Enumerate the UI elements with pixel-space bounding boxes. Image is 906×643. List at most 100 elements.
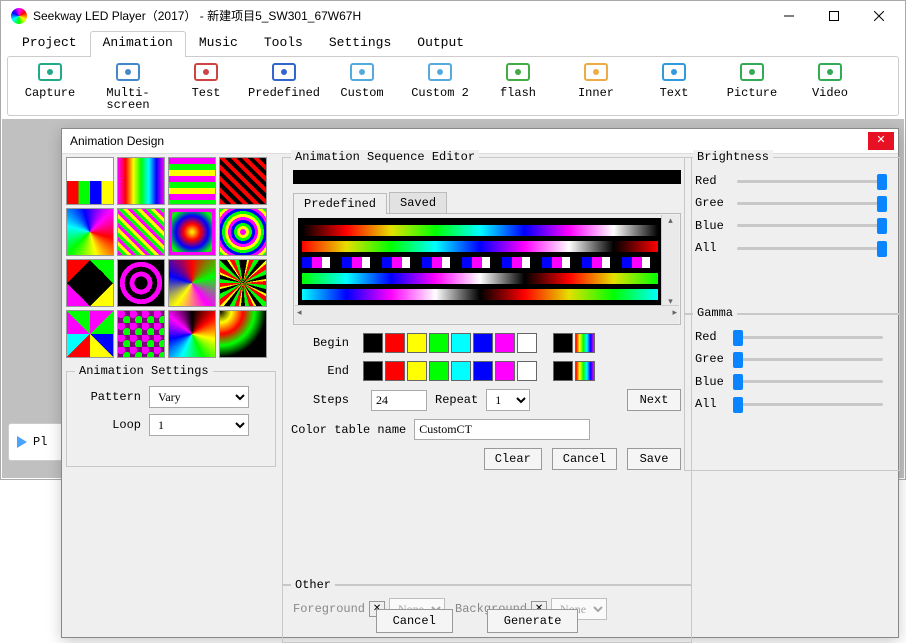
next-button[interactable]: Next: [627, 389, 681, 411]
preset-row[interactable]: [302, 257, 658, 268]
color-table-name-input[interactable]: [414, 419, 590, 440]
animation-settings-group: Animation Settings Pattern Vary Loop 1: [66, 371, 276, 467]
animation-design-dialog: Animation Design ✕ Animation Settings Pa…: [61, 128, 899, 638]
end-label: End: [293, 364, 349, 378]
slider-label: All: [695, 241, 731, 255]
toolbar-text[interactable]: Text: [638, 61, 710, 111]
toolbar-custom-2[interactable]: Custom 2: [404, 61, 476, 111]
swatch-black[interactable]: [553, 361, 573, 381]
tab-saved[interactable]: Saved: [389, 192, 447, 213]
swatch-cyan[interactable]: [451, 361, 471, 381]
minimize-button[interactable]: [766, 2, 811, 30]
swatch-white[interactable]: [517, 333, 537, 353]
swatch-yellow[interactable]: [407, 361, 427, 381]
slider-gree[interactable]: [737, 202, 883, 205]
preset-row[interactable]: [302, 225, 658, 236]
pattern-thumb[interactable]: [66, 208, 114, 256]
swatch-mag[interactable]: [495, 333, 515, 353]
preset-row[interactable]: [302, 289, 658, 300]
close-button[interactable]: [856, 2, 901, 30]
menu-output[interactable]: Output: [404, 31, 477, 57]
loop-label: Loop: [77, 418, 141, 432]
dialog-title: Animation Design: [66, 134, 868, 148]
sequence-editor-group: Animation Sequence Editor PredefinedSave…: [282, 157, 692, 585]
toolbar-test[interactable]: Test: [170, 61, 242, 111]
slider-label: Red: [695, 174, 731, 188]
toolbar-predefined[interactable]: Predefined: [248, 61, 320, 111]
pattern-select[interactable]: Vary: [149, 386, 249, 408]
pattern-thumb[interactable]: [117, 157, 165, 205]
swatch-grad[interactable]: [575, 333, 595, 353]
toolbar-capture[interactable]: Capture: [14, 61, 86, 111]
swatch-blue[interactable]: [473, 361, 493, 381]
menu-project[interactable]: Project: [9, 31, 90, 57]
pattern-thumb[interactable]: [66, 157, 114, 205]
titlebar: Seekway LED Player（2017） - 新建项目5_SW301_6…: [1, 1, 905, 31]
clear-button[interactable]: Clear: [484, 448, 542, 470]
slider-all[interactable]: [737, 247, 883, 250]
generate-button[interactable]: Generate: [487, 609, 579, 633]
menu-tools[interactable]: Tools: [251, 31, 316, 57]
swatch-grad[interactable]: [575, 361, 595, 381]
swatch-black[interactable]: [553, 333, 573, 353]
swatch-red[interactable]: [385, 333, 405, 353]
toolbar-picture[interactable]: Picture: [716, 61, 788, 111]
pattern-thumb[interactable]: [219, 208, 267, 256]
swatch-blue[interactable]: [473, 333, 493, 353]
scrollbar-horizontal[interactable]: [295, 305, 679, 323]
swatch-cyan[interactable]: [451, 333, 471, 353]
dialog-cancel-button[interactable]: Cancel: [376, 609, 453, 633]
pattern-thumb[interactable]: [117, 208, 165, 256]
swatch-black[interactable]: [363, 361, 383, 381]
pattern-thumb[interactable]: [168, 259, 216, 307]
play-icon[interactable]: [17, 436, 27, 448]
pattern-thumb[interactable]: [219, 259, 267, 307]
dialog-close-button[interactable]: ✕: [868, 132, 894, 150]
menu-animation[interactable]: Animation: [90, 31, 186, 57]
toolbar-custom[interactable]: Custom: [326, 61, 398, 111]
menu-settings[interactable]: Settings: [316, 31, 404, 57]
pattern-thumb[interactable]: [117, 259, 165, 307]
pattern-thumb[interactable]: [168, 310, 216, 358]
swatch-lime[interactable]: [429, 361, 449, 381]
swatch-lime[interactable]: [429, 333, 449, 353]
swatch-black[interactable]: [363, 333, 383, 353]
maximize-button[interactable]: [811, 2, 856, 30]
slider-all[interactable]: [737, 403, 883, 406]
toolbar-flash[interactable]: flash: [482, 61, 554, 111]
menu-music[interactable]: Music: [186, 31, 251, 57]
toolbar-inner[interactable]: Inner: [560, 61, 632, 111]
save-button[interactable]: Save: [627, 448, 681, 470]
preset-row[interactable]: [302, 273, 658, 284]
pattern-label: Pattern: [77, 390, 141, 404]
swatch-yellow[interactable]: [407, 333, 427, 353]
slider-red[interactable]: [737, 180, 883, 183]
slider-blue[interactable]: [737, 224, 883, 227]
pattern-thumb[interactable]: [66, 259, 114, 307]
cancel-seq-button[interactable]: Cancel: [552, 448, 617, 470]
menubar: ProjectAnimationMusicToolsSettingsOutput: [1, 31, 905, 57]
scrollbar-vertical[interactable]: [661, 215, 679, 306]
toolbar-multi-screen[interactable]: Multi-screen: [92, 61, 164, 111]
loop-select[interactable]: 1: [149, 414, 249, 436]
slider-label: Blue: [695, 375, 731, 389]
pattern-thumb[interactable]: [219, 157, 267, 205]
slider-gree[interactable]: [737, 358, 883, 361]
swatch-white[interactable]: [517, 361, 537, 381]
tab-predefined[interactable]: Predefined: [293, 193, 387, 214]
slider-red[interactable]: [737, 336, 883, 339]
pattern-thumb[interactable]: [66, 310, 114, 358]
preset-row[interactable]: [302, 241, 658, 252]
pattern-thumb[interactable]: [168, 208, 216, 256]
ctname-label: Color table name: [291, 423, 406, 437]
steps-input[interactable]: [371, 390, 427, 411]
toolbar-video[interactable]: Video: [794, 61, 866, 111]
slider-blue[interactable]: [737, 380, 883, 383]
pattern-thumb[interactable]: [219, 310, 267, 358]
swatch-red[interactable]: [385, 361, 405, 381]
repeat-select[interactable]: 1: [486, 389, 530, 411]
brightness-group: Brightness RedGreeBlueAll: [684, 157, 900, 315]
pattern-thumb[interactable]: [117, 310, 165, 358]
pattern-thumb[interactable]: [168, 157, 216, 205]
swatch-mag[interactable]: [495, 361, 515, 381]
